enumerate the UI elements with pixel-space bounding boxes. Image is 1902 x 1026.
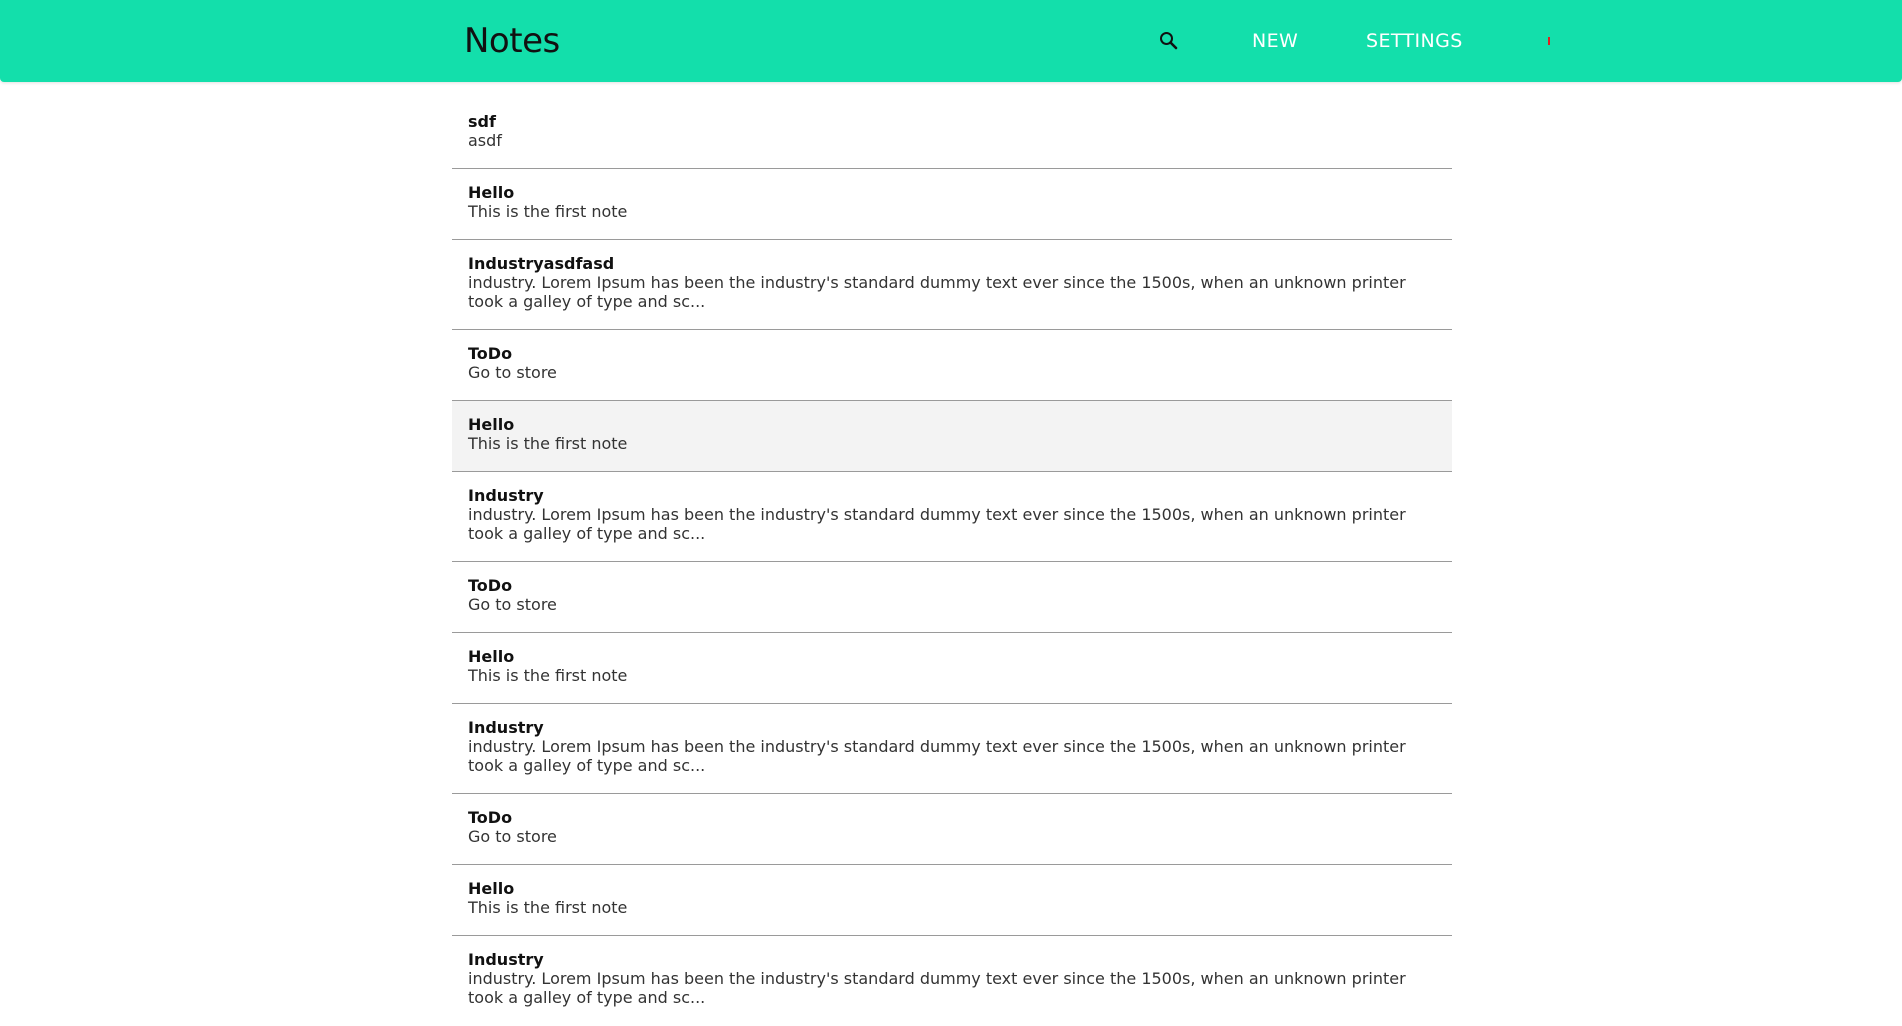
- note-title: ToDo: [468, 808, 513, 827]
- note-preview: Go to store: [468, 363, 557, 382]
- note-title: sdf: [468, 112, 496, 131]
- note-title: Hello: [468, 415, 515, 434]
- note-title: Industry: [468, 950, 544, 969]
- notes-list: sdf asdf Hello This is the first note In…: [452, 98, 1452, 1026]
- note-preview: asdf: [468, 131, 502, 150]
- note-title: Industryasdfasd: [468, 254, 615, 273]
- note-title: Hello: [468, 183, 515, 202]
- note-item[interactable]: Industry industry. Lorem Ipsum has been …: [452, 472, 1452, 562]
- search-button[interactable]: [1154, 26, 1184, 56]
- note-item[interactable]: Hello This is the first note: [452, 169, 1452, 240]
- note-title: Hello: [468, 879, 515, 898]
- note-preview: Go to store: [468, 595, 557, 614]
- note-title: Industry: [468, 718, 544, 737]
- settings-link[interactable]: SETTINGS: [1366, 28, 1463, 54]
- note-preview: industry. Lorem Ipsum has been the indus…: [468, 737, 1406, 775]
- note-item[interactable]: Industryasdfasd industry. Lorem Ipsum ha…: [452, 240, 1452, 330]
- new-note-link[interactable]: NEW: [1252, 28, 1298, 54]
- note-item[interactable]: Hello This is the first note: [452, 633, 1452, 704]
- note-title: Industry: [468, 486, 544, 505]
- note-item[interactable]: Industry industry. Lorem Ipsum has been …: [452, 936, 1452, 1026]
- note-preview: This is the first note: [468, 898, 628, 917]
- search-icon: [1154, 26, 1184, 56]
- note-preview: industry. Lorem Ipsum has been the indus…: [468, 273, 1406, 311]
- note-preview: industry. Lorem Ipsum has been the indus…: [468, 505, 1406, 543]
- app-bar: Notes NEW SETTINGS: [0, 0, 1902, 82]
- app-title: Notes: [464, 21, 560, 61]
- note-item-hovered[interactable]: Hello This is the first note: [452, 401, 1452, 472]
- note-preview: Go to store: [468, 827, 557, 846]
- note-preview: This is the first note: [468, 666, 628, 685]
- note-preview: This is the first note: [468, 434, 628, 453]
- status-indicator: [1548, 37, 1550, 45]
- note-title: ToDo: [468, 576, 513, 595]
- note-item[interactable]: ToDo Go to store: [452, 562, 1452, 633]
- note-item[interactable]: Hello This is the first note: [452, 865, 1452, 936]
- note-preview: industry. Lorem Ipsum has been the indus…: [468, 969, 1406, 1007]
- note-title: Hello: [468, 647, 515, 666]
- note-preview: This is the first note: [468, 202, 628, 221]
- note-item[interactable]: ToDo Go to store: [452, 330, 1452, 401]
- note-title: ToDo: [468, 344, 513, 363]
- note-item[interactable]: ToDo Go to store: [452, 794, 1452, 865]
- note-item[interactable]: Industry industry. Lorem Ipsum has been …: [452, 704, 1452, 794]
- note-item[interactable]: sdf asdf: [452, 98, 1452, 169]
